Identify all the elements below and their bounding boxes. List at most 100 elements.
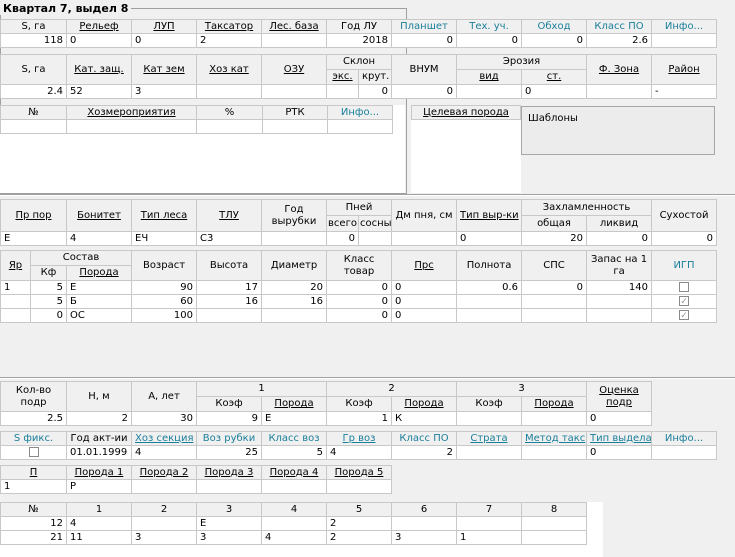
- cell-cut-year[interactable]: [261, 231, 327, 246]
- col-stumps-total[interactable]: всего: [326, 215, 359, 232]
- cell-n4[interactable]: 4: [261, 530, 327, 545]
- col-deadwood[interactable]: Сухостой: [651, 199, 718, 232]
- col-tech-section[interactable]: Тех. уч.: [456, 19, 522, 34]
- cell-n4[interactable]: [261, 516, 327, 531]
- cell-n7[interactable]: 1: [456, 530, 522, 545]
- cell-commodity-class[interactable]: 0: [326, 308, 393, 323]
- cell-n1[interactable]: 11: [66, 530, 132, 545]
- cell-kf[interactable]: 5: [30, 294, 67, 309]
- cell-prs[interactable]: 0: [391, 280, 458, 295]
- col-forest-base[interactable]: Лес. база: [261, 19, 327, 34]
- col-species[interactable]: Порода: [65, 265, 133, 281]
- col-cut-age[interactable]: Воз рубки: [196, 431, 262, 446]
- col-n6[interactable]: 6: [391, 502, 457, 517]
- col-s-fixed[interactable]: S фикс.: [0, 431, 67, 446]
- col-commodity-class[interactable]: Класс товар: [326, 250, 393, 281]
- col-age-class[interactable]: Класс воз: [261, 431, 327, 446]
- cell-igp[interactable]: ✓: [651, 294, 718, 309]
- cell-height[interactable]: 16: [196, 294, 263, 309]
- cell-age[interactable]: 100: [131, 308, 198, 323]
- col-species-2[interactable]: Порода: [391, 396, 457, 412]
- col-f-zone[interactable]: Ф. Зона: [586, 54, 653, 85]
- cell-species-d[interactable]: [261, 479, 327, 494]
- col-p[interactable]: П: [0, 465, 67, 480]
- col-coef-2[interactable]: Коэф: [326, 396, 392, 412]
- cell-igp[interactable]: [651, 280, 718, 295]
- cell-empty[interactable]: [0, 119, 67, 134]
- cell-prs[interactable]: 0: [391, 294, 458, 309]
- col-econ-cat[interactable]: Хоз кат: [196, 54, 262, 85]
- cell-n6[interactable]: 3: [391, 530, 457, 545]
- cell-econ-section[interactable]: 4: [131, 445, 197, 460]
- cell-diameter[interactable]: [261, 308, 328, 323]
- col-erosion-degree[interactable]: ст.: [521, 69, 588, 85]
- cell-protect-cat[interactable]: 52: [66, 84, 132, 99]
- col-rtk[interactable]: РТК: [262, 105, 328, 120]
- col-stumps-pine[interactable]: сосны: [358, 215, 392, 232]
- col-measures[interactable]: Хозмероприятия: [66, 105, 197, 120]
- cell-empty[interactable]: [327, 119, 393, 134]
- cell-s-ha-2[interactable]: 2.4: [0, 84, 67, 99]
- table-row[interactable]: 1 5 Е 90 17 20 0 0 0.6 0 140: [0, 280, 718, 295]
- col-info[interactable]: Инфо...: [651, 19, 717, 34]
- cell-height[interactable]: 17: [196, 280, 263, 295]
- cell-lup[interactable]: 0: [131, 33, 197, 48]
- col-land-cat[interactable]: Кат зем: [131, 54, 197, 85]
- cell-density[interactable]: 0.6: [456, 280, 523, 295]
- cell-land-cat[interactable]: 3: [131, 84, 197, 99]
- col-vnum[interactable]: ВНУМ: [391, 54, 458, 85]
- cell-stump-diam[interactable]: [391, 231, 457, 246]
- col-info-7[interactable]: Инфо...: [651, 431, 717, 446]
- cell-taxator[interactable]: 2: [196, 33, 262, 48]
- col-coef-1[interactable]: Коэф: [196, 396, 262, 412]
- col-percent[interactable]: %: [196, 105, 263, 120]
- col-species-d[interactable]: Порода 4: [261, 465, 327, 480]
- col-lup[interactable]: ЛУП: [131, 19, 197, 34]
- cell-n2[interactable]: [131, 516, 197, 531]
- cell-species-e[interactable]: [326, 479, 392, 494]
- col-econ-section[interactable]: Хоз секция: [131, 431, 197, 446]
- cell-no[interactable]: 21: [0, 530, 67, 545]
- cell-n1[interactable]: 4: [66, 516, 132, 531]
- cell-erosion-degree[interactable]: 0: [521, 84, 588, 99]
- col-stump-diam[interactable]: Дм пня, см: [391, 199, 457, 232]
- col-age[interactable]: Возраст: [131, 250, 198, 281]
- cell-f-zone[interactable]: [586, 84, 653, 99]
- cell-relief[interactable]: 0: [66, 33, 132, 48]
- cell-fire-class-2[interactable]: 2: [391, 445, 457, 460]
- cell-district[interactable]: -: [651, 84, 718, 99]
- col-fire-class[interactable]: Класс ПО: [586, 19, 652, 34]
- cell-undergrowth-count[interactable]: 2.5: [0, 411, 67, 426]
- cell-n7[interactable]: [456, 516, 522, 531]
- col-coef-3[interactable]: Коэф: [456, 396, 522, 412]
- cell-species-b[interactable]: [131, 479, 197, 494]
- col-species-e[interactable]: Порода 5: [326, 465, 392, 480]
- cell-height[interactable]: [196, 308, 263, 323]
- col-species-1[interactable]: Порода: [261, 396, 327, 412]
- col-s-ha-2[interactable]: S, га: [0, 54, 67, 85]
- cell-econ-cat[interactable]: [196, 84, 262, 99]
- col-round[interactable]: Обход: [521, 19, 587, 34]
- cell-cut-type[interactable]: 0: [456, 231, 522, 246]
- col-protect-cat[interactable]: Кат. защ.: [66, 54, 132, 85]
- cell-age-class[interactable]: 5: [261, 445, 327, 460]
- cell-forest-type[interactable]: ЕЧ: [131, 231, 197, 246]
- cell-vnum[interactable]: 0: [391, 84, 458, 99]
- cell-kf[interactable]: 5: [30, 280, 67, 295]
- cell-species[interactable]: Е: [65, 280, 133, 295]
- col-undergrowth-count[interactable]: Кол-во подр: [0, 381, 67, 412]
- col-species-3[interactable]: Порода: [521, 396, 587, 412]
- cell-yarus[interactable]: [0, 308, 31, 323]
- cell-erosion-type[interactable]: [456, 84, 523, 99]
- col-tax-method[interactable]: Метод такс: [521, 431, 587, 446]
- s-fixed-checkbox[interactable]: [28, 446, 39, 457]
- templates-button[interactable]: Шаблоны: [521, 106, 715, 155]
- cell-coef-1[interactable]: 9: [196, 411, 262, 426]
- cell-n6[interactable]: [391, 516, 457, 531]
- cell-section-type[interactable]: 0: [586, 445, 652, 460]
- cell-forest-base[interactable]: [261, 33, 327, 48]
- cell-bonitet[interactable]: 4: [66, 231, 132, 246]
- cell-stock[interactable]: [586, 294, 653, 309]
- table-row[interactable]: 21 11 3 3 4 2 3 1: [0, 530, 587, 545]
- table-row[interactable]: 5 Б 60 16 16 0 0 ✓: [0, 294, 718, 309]
